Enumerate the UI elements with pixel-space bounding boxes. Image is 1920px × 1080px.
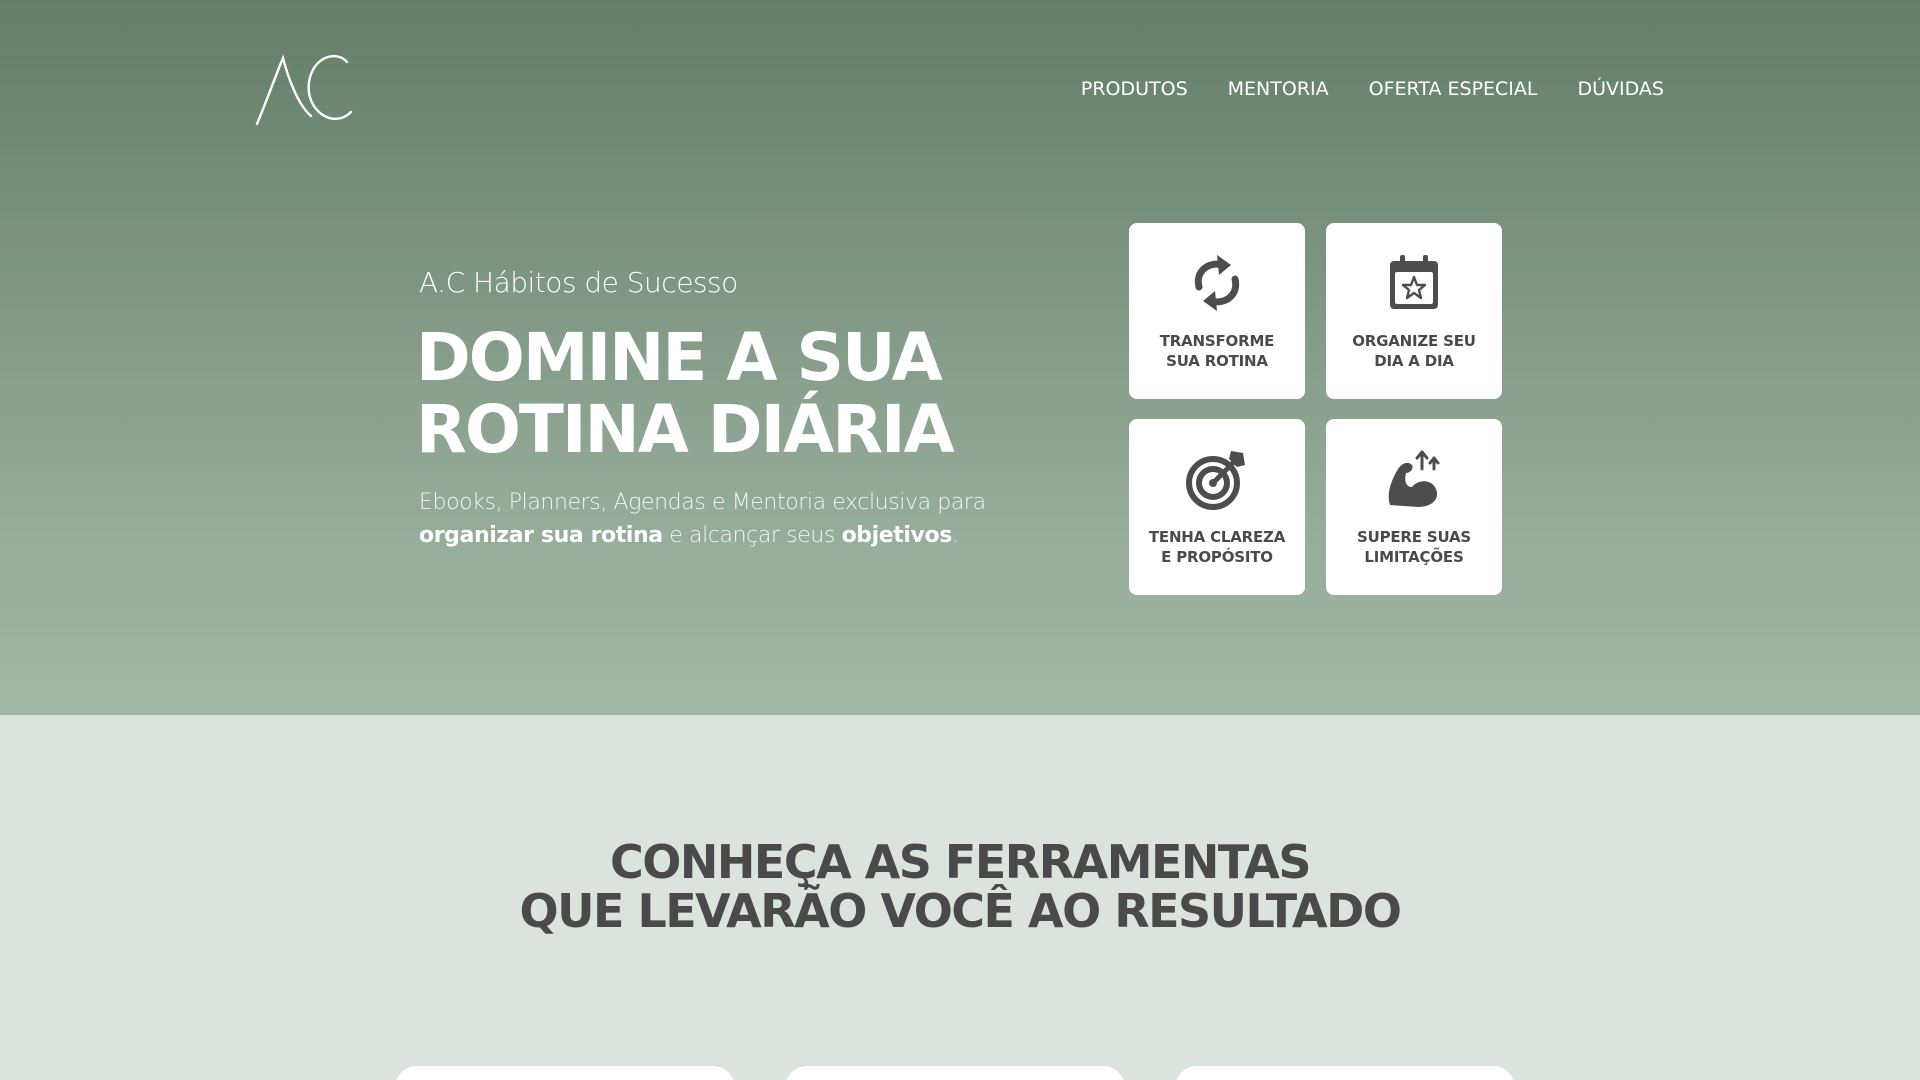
ac-logo[interactable] [253,52,353,128]
feature-label: SUPERE SUAS LIMITAÇÕES [1357,528,1471,566]
tools-title-line1: CONHEÇA AS FERRAMENTAS [610,835,1311,889]
hero-title-line1: DOMINE A SUA [416,319,943,396]
feature-card-clareza: TENHA CLAREZA E PROPÓSITO [1129,419,1305,595]
tool-card[interactable] [785,1066,1125,1080]
hero-description: Ebooks, Planners, Agendas e Mentoria exc… [419,486,1019,552]
nav-duvidas[interactable]: DÚVIDAS [1578,78,1665,100]
tool-card[interactable] [1175,1066,1515,1080]
flexed-arm-icon [1388,450,1440,507]
nav-produtos[interactable]: PRODUTOS [1081,78,1188,100]
feature-card-supere: SUPERE SUAS LIMITAÇÕES [1326,419,1502,595]
main-nav: PRODUTOS MENTORIA OFERTA ESPECIAL DÚVIDA… [1041,78,1664,100]
feature-label: TRANSFORME SUA ROTINA [1159,332,1275,370]
hero-desc-part3: . [951,523,959,548]
hero-section: PRODUTOS MENTORIA OFERTA ESPECIAL DÚVIDA… [0,0,1920,715]
feature-label: ORGANIZE SEU DIA A DIA [1352,332,1476,370]
feature-label: TENHA CLAREZA E PROPÓSITO [1148,528,1286,566]
hero-title-line2: ROTINA DIÁRIA [416,391,955,468]
feature-card-organize: ORGANIZE SEU DIA A DIA [1326,223,1502,399]
feature-cards: TRANSFORME SUA ROTINA ORGANIZE SEU DIA A… [1129,223,1502,596]
tools-section-title: CONHEÇA AS FERRAMENTAS QUE LEVARÃO VOCÊ … [0,838,1920,936]
hero-desc-bold1: organizar sua rotina [419,523,663,548]
hero-title: DOMINE A SUA ROTINA DIÁRIA [416,319,955,468]
tools-title-line2: QUE LEVARÃO VOCÊ AO RESULTADO [519,884,1402,938]
nav-oferta-especial[interactable]: OFERTA ESPECIAL [1369,78,1538,100]
hero-subtitle: A.C Hábitos de Sucesso [419,266,738,299]
tool-card[interactable] [395,1066,735,1080]
feature-card-transforme: TRANSFORME SUA ROTINA [1129,223,1305,399]
hero-desc-part2: e alcançar seus [662,523,842,548]
refresh-arrows-icon [1194,255,1240,311]
calendar-star-icon [1390,255,1438,309]
target-arrow-icon [1186,451,1245,510]
nav-mentoria[interactable]: MENTORIA [1228,78,1329,100]
hero-desc-part1: Ebooks, Planners, Agendas e Mentoria exc… [419,490,986,515]
hero-desc-bold2: objetivos [841,523,953,548]
